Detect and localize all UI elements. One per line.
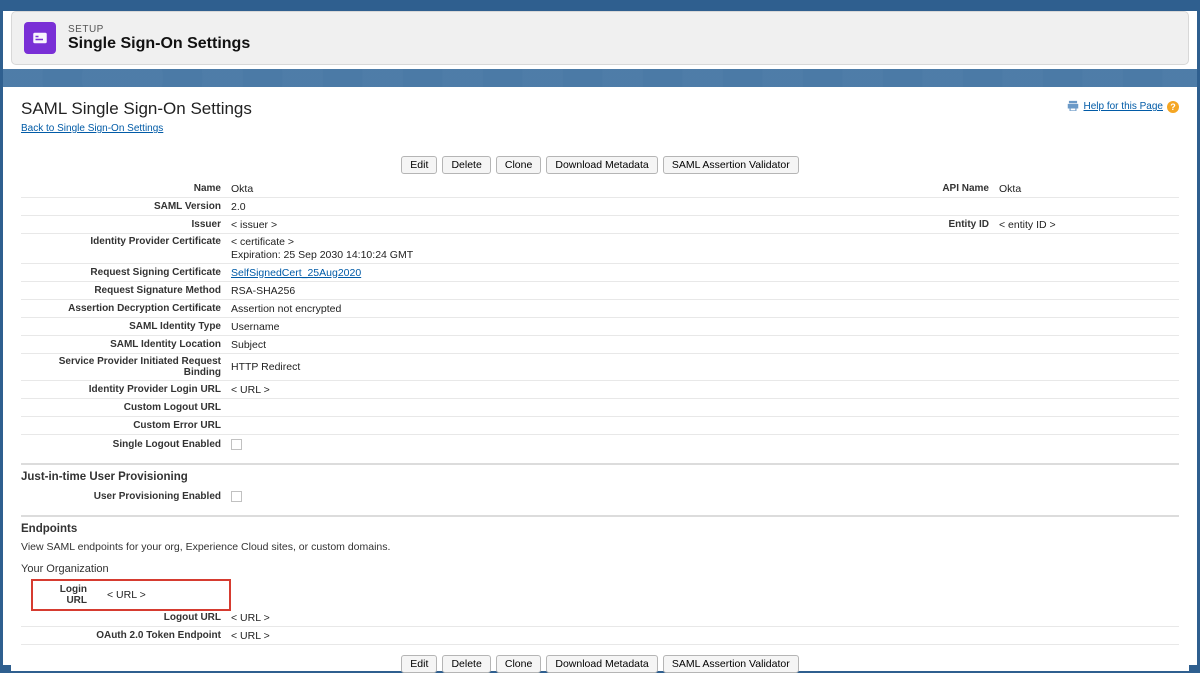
req-sig-method-label: Request Signature Method <box>21 283 231 298</box>
idp-cert-expiration: Expiration: 25 Sep 2030 14:10:24 GMT <box>231 249 1179 261</box>
row-identity-location: SAML Identity Location Subject <box>21 336 1179 354</box>
assert-decrypt-value: Assertion not encrypted <box>231 301 1179 317</box>
row-idp-cert: Identity Provider Certificate < certific… <box>21 234 1179 264</box>
row-jit-enabled: User Provisioning Enabled <box>21 487 1179 505</box>
sso-header-icon <box>24 22 56 54</box>
row-saml-version: SAML Version 2.0 <box>21 198 1179 216</box>
slo-enabled-label: Single Logout Enabled <box>21 437 231 452</box>
print-icon[interactable] <box>1066 99 1080 114</box>
row-issuer: Issuer < issuer > Entity ID < entity ID … <box>21 216 1179 234</box>
req-sign-cert-label: Request Signing Certificate <box>21 265 231 280</box>
jit-enabled-value <box>231 489 1179 504</box>
row-identity-type: SAML Identity Type Username <box>21 318 1179 336</box>
your-org-title: Your Organization <box>21 559 1179 581</box>
row-req-sign-cert: Request Signing Certificate SelfSignedCe… <box>21 264 1179 282</box>
custom-error-value <box>231 424 1179 428</box>
saml-version-label: SAML Version <box>21 199 231 214</box>
req-sign-cert-link[interactable]: SelfSignedCert_25Aug2020 <box>231 265 1179 281</box>
custom-logout-label: Custom Logout URL <box>21 400 231 415</box>
name-label: Name <box>21 181 231 196</box>
row-sp-binding: Service Provider Initiated Request Bindi… <box>21 354 1179 381</box>
entity-id-label: Entity ID <box>879 217 999 232</box>
row-req-sig-method: Request Signature Method RSA-SHA256 <box>21 282 1179 300</box>
row-assert-decrypt: Assertion Decryption Certificate Asserti… <box>21 300 1179 318</box>
identity-type-label: SAML Identity Type <box>21 319 231 334</box>
identity-loc-value: Subject <box>231 337 1179 353</box>
saml-validator-button[interactable]: SAML Assertion Validator <box>663 156 799 174</box>
header-title: Single Sign-On Settings <box>68 35 250 53</box>
edit-button-bottom[interactable]: Edit <box>401 655 437 673</box>
row-oauth-endpoint: OAuth 2.0 Token Endpoint < URL > <box>21 627 1179 645</box>
req-sig-method-value: RSA-SHA256 <box>231 283 1179 299</box>
api-name-label: API Name <box>879 181 999 196</box>
page-title: SAML Single Sign-On Settings <box>21 99 252 119</box>
slo-checkbox <box>231 439 242 450</box>
endpoints-desc: View SAML endpoints for your org, Experi… <box>21 539 1179 559</box>
row-custom-logout: Custom Logout URL <box>21 399 1179 417</box>
row-name: Name Okta API Name Okta <box>21 180 1179 198</box>
login-url-value: < URL > <box>107 589 146 601</box>
idp-cert-label: Identity Provider Certificate <box>21 234 231 249</box>
action-button-row-top: Edit Delete Clone Download Metadata SAML… <box>21 156 1179 174</box>
idp-login-value: < URL > <box>231 382 1179 398</box>
custom-error-label: Custom Error URL <box>21 418 231 433</box>
download-metadata-button[interactable]: Download Metadata <box>546 156 657 174</box>
clone-button[interactable]: Clone <box>496 156 541 174</box>
api-name-value: Okta <box>999 181 1179 197</box>
row-idp-login-url: Identity Provider Login URL < URL > <box>21 381 1179 399</box>
oauth-value: < URL > <box>231 628 1179 644</box>
jit-enabled-label: User Provisioning Enabled <box>21 489 231 504</box>
row-login-url: Login URL < URL > <box>21 581 1179 609</box>
assert-decrypt-label: Assertion Decryption Certificate <box>21 301 231 316</box>
issuer-label: Issuer <box>21 217 231 232</box>
issuer-value: < issuer > <box>231 217 879 233</box>
slo-enabled-value <box>231 437 1179 452</box>
row-logout-url: Logout URL < URL > <box>21 609 1179 627</box>
edit-button[interactable]: Edit <box>401 156 437 174</box>
identity-loc-label: SAML Identity Location <box>21 337 231 352</box>
download-metadata-button-bottom[interactable]: Download Metadata <box>546 655 657 673</box>
saml-version-value: 2.0 <box>231 199 1179 215</box>
login-url-highlight: Login URL < URL > <box>31 579 231 611</box>
decorative-band <box>3 69 1197 87</box>
identity-type-value: Username <box>231 319 1179 335</box>
idp-cert-text: < certificate > <box>231 236 1179 248</box>
endpoints-title: Endpoints <box>21 520 1179 539</box>
action-button-row-bottom: Edit Delete Clone Download Metadata SAML… <box>21 655 1179 673</box>
clone-button-bottom[interactable]: Clone <box>496 655 541 673</box>
jit-section: Just-in-time User Provisioning User Prov… <box>21 463 1179 505</box>
row-slo-enabled: Single Logout Enabled <box>21 435 1179 453</box>
custom-logout-value <box>231 406 1179 410</box>
logout-url-label: Logout URL <box>21 610 231 625</box>
jit-title: Just-in-time User Provisioning <box>21 468 1179 487</box>
idp-login-label: Identity Provider Login URL <box>21 382 231 397</box>
logout-url-value: < URL > <box>231 610 1179 626</box>
entity-id-value: < entity ID > <box>999 217 1179 233</box>
delete-button-bottom[interactable]: Delete <box>442 655 490 673</box>
oauth-label: OAuth 2.0 Token Endpoint <box>21 628 231 643</box>
setup-label: SETUP <box>68 24 250 35</box>
saml-validator-button-bottom[interactable]: SAML Assertion Validator <box>663 655 799 673</box>
login-url-label: Login URL <box>37 582 97 608</box>
back-to-sso-link[interactable]: Back to Single Sign-On Settings <box>21 123 163 134</box>
delete-button[interactable]: Delete <box>442 156 490 174</box>
setup-header: SETUP Single Sign-On Settings <box>11 11 1189 65</box>
endpoints-section: Endpoints View SAML endpoints for your o… <box>21 515 1179 645</box>
jit-checkbox <box>231 491 242 502</box>
idp-cert-value: < certificate > Expiration: 25 Sep 2030 … <box>231 234 1179 263</box>
sp-binding-value: HTTP Redirect <box>231 359 1179 375</box>
help-icon[interactable]: ? <box>1167 101 1179 113</box>
name-value: Okta <box>231 181 879 197</box>
help-link[interactable]: Help for this Page <box>1084 101 1164 112</box>
row-custom-error: Custom Error URL <box>21 417 1179 435</box>
sp-binding-label: Service Provider Initiated Request Bindi… <box>21 354 231 380</box>
